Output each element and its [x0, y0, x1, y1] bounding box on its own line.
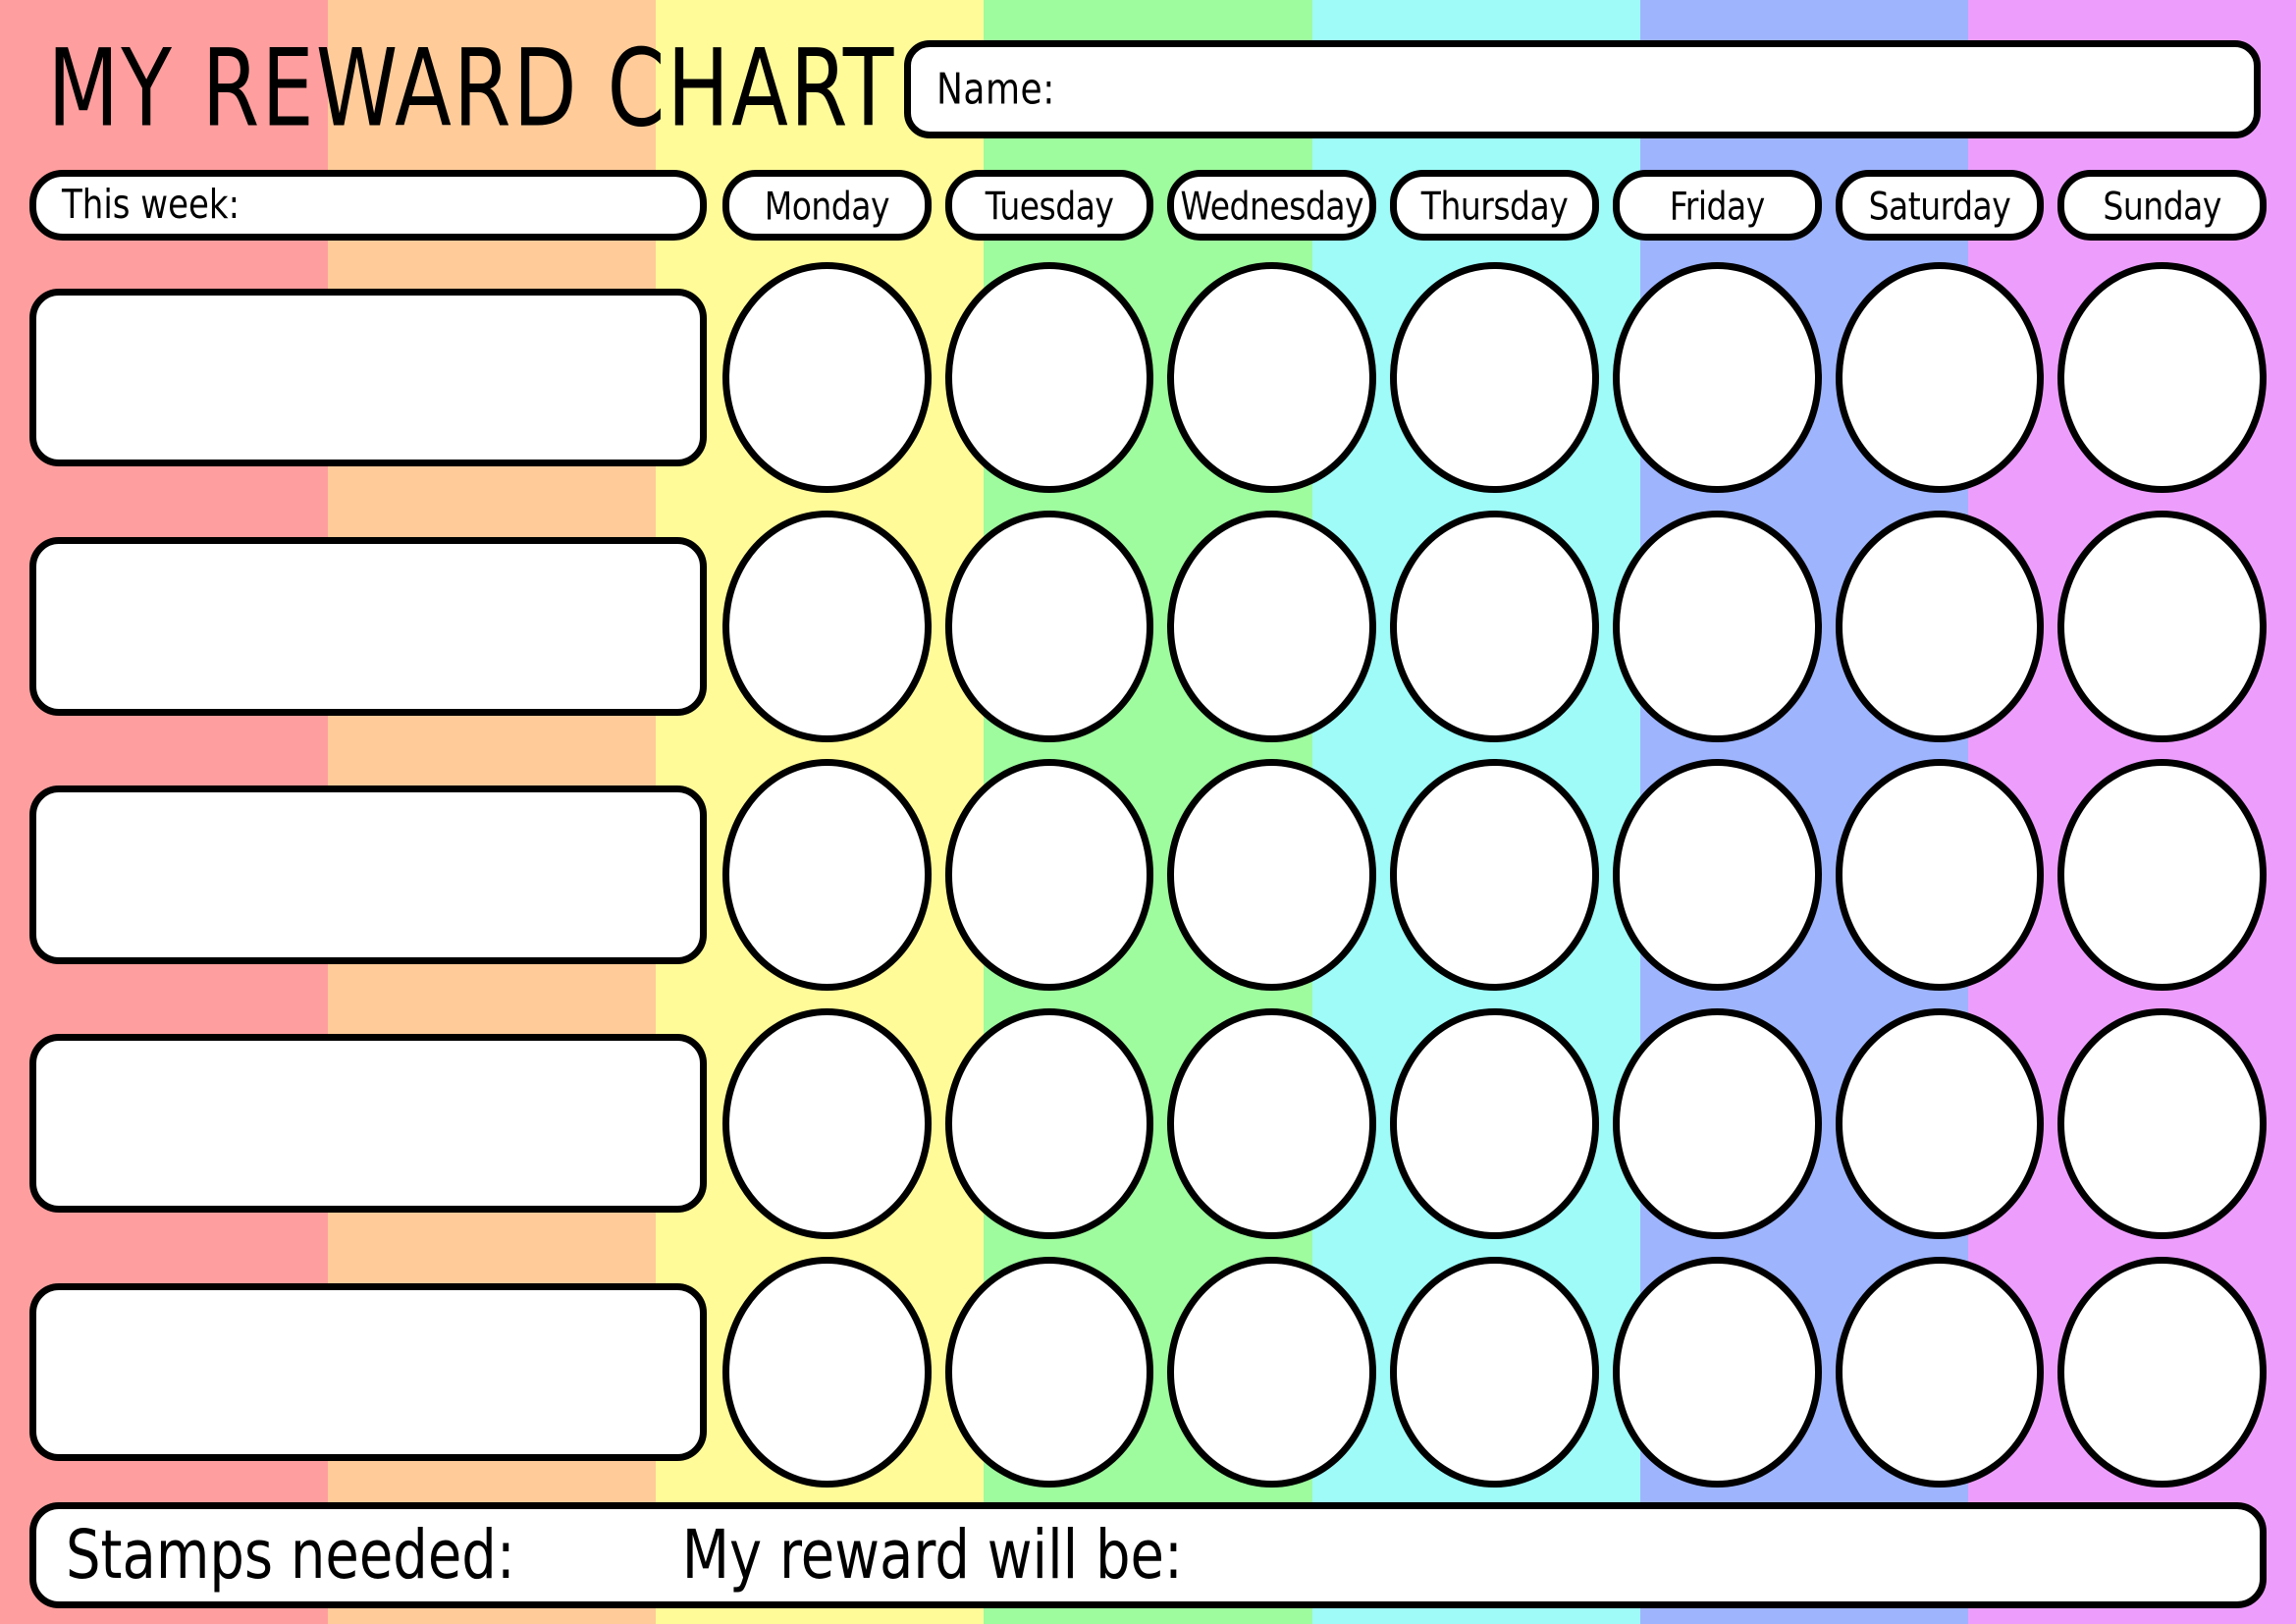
stamp-row-2 [722, 506, 2268, 746]
task-row [29, 257, 2268, 498]
task-input-2[interactable] [29, 537, 707, 716]
stamp-circle-r1-wednesday[interactable] [1167, 261, 1377, 494]
stamp-circle-r2-saturday[interactable] [1835, 511, 2045, 742]
task-input-1[interactable] [29, 288, 707, 467]
stamp-circle-r5-sunday[interactable] [2057, 1256, 2268, 1489]
stamp-circle-r1-monday[interactable] [722, 261, 932, 494]
task-row [29, 506, 2268, 746]
day-header-saturday[interactable]: Saturday [1835, 170, 2045, 241]
task-input-4[interactable] [29, 1034, 707, 1213]
name-field[interactable]: Name: [904, 40, 2261, 138]
reward-chart-page: MY REWARD CHART Name: This week: Monday T… [0, 0, 2296, 1624]
stamp-row-3 [722, 754, 2268, 995]
task-input-3[interactable] [29, 785, 707, 964]
stamp-circle-r1-sunday[interactable] [2057, 261, 2268, 494]
stamp-circle-r2-sunday[interactable] [2057, 511, 2268, 742]
stamp-circle-r1-tuesday[interactable] [944, 261, 1154, 494]
day-header-friday[interactable]: Friday [1612, 170, 1822, 241]
day-header-sunday[interactable]: Sunday [2057, 170, 2268, 241]
stamp-circle-r4-thursday[interactable] [1390, 1007, 1599, 1239]
stamp-circle-r3-monday[interactable] [722, 759, 932, 991]
day-header-label: Sunday [2103, 182, 2221, 229]
stamp-row-1 [722, 257, 2268, 498]
day-header-thursday[interactable]: Thursday [1390, 170, 1599, 241]
stamp-circle-r1-thursday[interactable] [1390, 261, 1599, 494]
chart-content: MY REWARD CHART Name: This week: Monday T… [0, 0, 2296, 1624]
stamp-circle-r5-saturday[interactable] [1835, 1256, 2045, 1489]
stamp-circle-r3-saturday[interactable] [1835, 759, 2045, 991]
my-reward-label: My reward will be: [681, 1516, 1183, 1595]
stamp-circle-r4-saturday[interactable] [1835, 1007, 2045, 1239]
day-header-label: Friday [1669, 182, 1766, 229]
stamps-needed-label: Stamps needed: [66, 1516, 515, 1595]
stamp-grid [29, 257, 2268, 1492]
day-header-label: Wednesday [1180, 182, 1364, 229]
stamp-circle-r3-friday[interactable] [1612, 759, 1822, 991]
day-header-label: Tuesday [985, 182, 1114, 229]
stamp-circle-r3-thursday[interactable] [1390, 759, 1599, 991]
stamp-circle-r4-wednesday[interactable] [1167, 1007, 1377, 1239]
stamp-circle-r5-thursday[interactable] [1390, 1256, 1599, 1489]
day-header-label: Monday [764, 182, 890, 229]
task-row [29, 1252, 2268, 1492]
day-headers: Monday Tuesday Wednesday Thursday Friday Satu… [722, 170, 2268, 241]
stamp-circle-r2-thursday[interactable] [1390, 511, 1599, 742]
day-header-tuesday[interactable]: Tuesday [944, 170, 1154, 241]
task-row [29, 754, 2268, 995]
stamp-circle-r2-monday[interactable] [722, 511, 932, 742]
stamp-circle-r1-saturday[interactable] [1835, 261, 2045, 494]
stamp-circle-r2-wednesday[interactable] [1167, 511, 1377, 742]
stamp-row-4 [722, 1003, 2268, 1244]
stamp-circle-r4-tuesday[interactable] [944, 1007, 1154, 1239]
name-field-label: Name: [936, 64, 1055, 115]
stamp-circle-r3-sunday[interactable] [2057, 759, 2268, 991]
stamp-circle-r4-friday[interactable] [1612, 1007, 1822, 1239]
column-headers-row: This week: Monday Tuesday Wednesday Thursda… [29, 167, 2268, 244]
stamp-circle-r2-tuesday[interactable] [944, 511, 1154, 742]
stamp-circle-r1-friday[interactable] [1612, 261, 1822, 494]
page-title: MY REWARD CHART [47, 27, 896, 151]
chart-header: MY REWARD CHART Name: [29, 22, 2267, 157]
day-header-label: Thursday [1420, 182, 1569, 229]
task-input-5[interactable] [29, 1282, 707, 1462]
stamp-circle-r5-friday[interactable] [1612, 1256, 1822, 1489]
stamp-circle-r4-monday[interactable] [722, 1007, 932, 1239]
stamp-circle-r2-friday[interactable] [1612, 511, 1822, 742]
this-week-label: This week: [62, 182, 240, 229]
stamp-circle-r5-monday[interactable] [722, 1256, 932, 1489]
stamp-circle-r3-wednesday[interactable] [1167, 759, 1377, 991]
stamp-circle-r3-tuesday[interactable] [944, 759, 1154, 991]
this-week-field[interactable]: This week: [29, 170, 707, 241]
day-header-label: Saturday [1868, 182, 2011, 229]
day-header-wednesday[interactable]: Wednesday [1167, 170, 1377, 241]
stamp-row-5 [722, 1252, 2268, 1492]
day-header-monday[interactable]: Monday [722, 170, 932, 241]
footer-bar[interactable]: Stamps needed: My reward will be: [29, 1502, 2267, 1608]
stamp-circle-r5-tuesday[interactable] [944, 1256, 1154, 1489]
task-row [29, 1003, 2268, 1244]
stamp-circle-r5-wednesday[interactable] [1167, 1256, 1377, 1489]
stamp-circle-r4-sunday[interactable] [2057, 1007, 2268, 1239]
